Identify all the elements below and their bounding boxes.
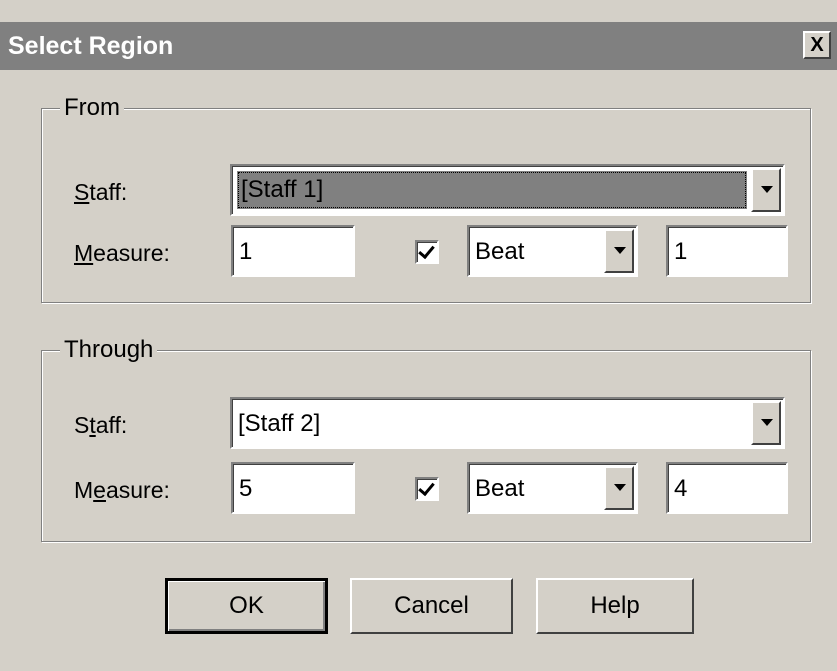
close-icon: X [810,34,824,56]
chevron-down-icon[interactable] [604,229,634,273]
dialog-title: Select Region [8,32,174,60]
from-staff-selected-value: [Staff 1] [237,171,747,209]
from-measure-input[interactable]: 1 [231,225,355,277]
from-beat-checkbox[interactable] [415,240,439,264]
select-region-dialog: Select Region X From Staff: [Staff 1] Me… [0,0,837,671]
chevron-down-icon[interactable] [751,401,781,445]
through-beat-input[interactable]: 4 [666,462,788,514]
from-measure-label: Measure: [74,240,170,266]
close-button[interactable]: X [803,31,831,59]
through-staff-combobox[interactable]: [Staff 2] [230,397,785,449]
help-button[interactable]: Help [536,578,694,634]
through-group-label: Through [60,335,158,365]
from-group: From Staff: [Staff 1] Measure: 1 Beat 1 [41,93,811,303]
chevron-down-icon[interactable] [751,168,781,212]
through-unit-combobox[interactable]: Beat [467,462,638,514]
through-staff-label: Staff: [74,412,128,438]
through-measure-label: Measure: [74,477,170,503]
chevron-down-icon[interactable] [604,466,634,510]
through-measure-input[interactable]: 5 [231,462,355,514]
title-bar[interactable]: Select Region X [0,22,837,70]
cancel-button[interactable]: Cancel [350,578,513,634]
from-beat-input[interactable]: 1 [666,225,788,277]
ok-button[interactable]: OK [165,578,328,634]
from-staff-label: Staff: [74,179,128,205]
through-beat-checkbox[interactable] [415,477,439,501]
from-group-label: From [60,93,124,123]
from-staff-combobox[interactable]: [Staff 1] [230,164,785,216]
from-unit-combobox[interactable]: Beat [467,225,638,277]
through-group: Through Staff: [Staff 2] Measure: 5 Beat… [41,335,811,542]
